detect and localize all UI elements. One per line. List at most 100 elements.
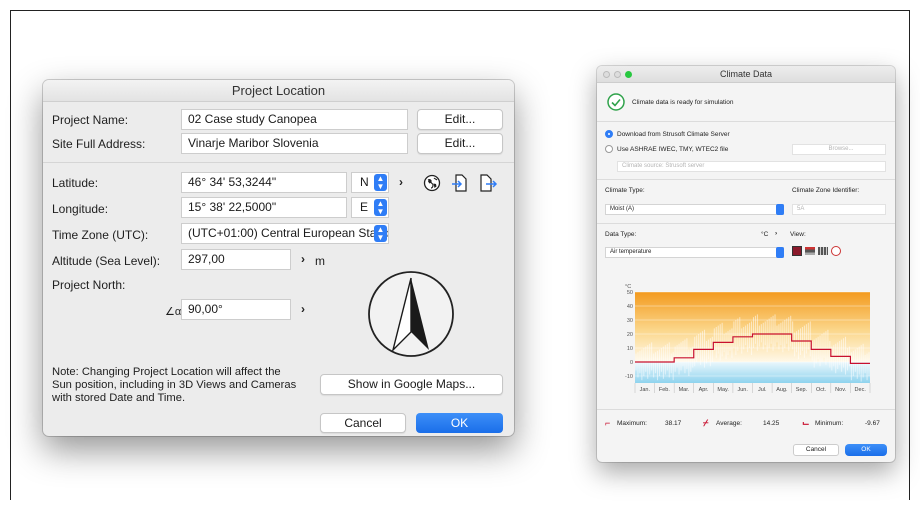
- y-tick-label: 0: [630, 360, 633, 366]
- climate-data-dialog: Climate Data Climate data is ready for s…: [597, 66, 895, 462]
- x-tick-label: Aug.: [776, 387, 788, 393]
- average-label: Average:: [716, 420, 742, 427]
- source-file-label: Use ASHRAE IWEC, TMY, WTEC2 file: [617, 146, 729, 153]
- source-strusoft-label: Download from Strusoft Climate Server: [617, 131, 730, 138]
- x-tick-label: Oct.: [816, 387, 827, 393]
- divider: [43, 162, 514, 163]
- timezone-stepper-icon[interactable]: ▲ ▼: [374, 225, 387, 242]
- view-bars-icon[interactable]: [805, 247, 815, 255]
- minimize-window-icon[interactable]: [614, 71, 621, 78]
- status-message: Climate data is ready for simulation: [632, 99, 734, 106]
- divider: [597, 409, 895, 410]
- divider: [597, 223, 895, 224]
- y-tick-label: 40: [627, 304, 633, 310]
- edit-name-button[interactable]: Edit...: [417, 109, 503, 130]
- climate-zone-label: Climate Zone Identifier:: [792, 187, 860, 194]
- longitude-direction: E: [360, 200, 369, 214]
- ok-button[interactable]: OK: [416, 413, 503, 433]
- climate-type-dropdown-icon[interactable]: [776, 204, 784, 215]
- x-tick-label: Sep.: [796, 387, 808, 393]
- y-tick-label: 10: [627, 346, 633, 352]
- north-compass-icon[interactable]: [367, 270, 455, 358]
- longitude-field[interactable]: 15° 38' 22,5000": [181, 197, 347, 218]
- project-location-dialog: Project Location Project Name: 02 Case s…: [43, 80, 514, 436]
- x-tick-label: Jan.: [640, 387, 651, 393]
- altitude-field[interactable]: 297,00: [181, 249, 291, 270]
- maximum-label: Maximum:: [617, 420, 647, 427]
- latitude-field[interactable]: 46° 34' 53,3244": [181, 172, 347, 193]
- cancel-button[interactable]: Cancel: [320, 413, 406, 433]
- latitude-expand-arrow-icon[interactable]: ›: [393, 174, 409, 191]
- timezone-label: Time Zone (UTC):: [52, 228, 149, 242]
- ok-button[interactable]: OK: [845, 444, 887, 456]
- location-note: Note: Changing Project Location will aff…: [52, 366, 297, 404]
- x-tick-label: Apr.: [699, 387, 709, 393]
- y-axis-unit: °C: [625, 284, 631, 290]
- longitude-label: Longitude:: [52, 202, 109, 216]
- view-table-icon[interactable]: [818, 247, 828, 255]
- divider: [597, 121, 895, 122]
- x-tick-label: Dec.: [855, 387, 867, 393]
- project-north-label: Project North:: [52, 278, 126, 292]
- latitude-direction: N: [360, 175, 369, 189]
- data-type-dropdown-icon[interactable]: [776, 247, 784, 258]
- browse-button[interactable]: Browse...: [792, 144, 886, 155]
- average-icon: ⌿: [703, 418, 709, 428]
- project-name-field[interactable]: 02 Case study Canopea: [181, 109, 408, 130]
- unit-arrow-icon[interactable]: ›: [775, 230, 777, 237]
- data-type-label: Data Type:: [605, 231, 637, 238]
- data-type-select[interactable]: Air temperature: [605, 247, 784, 258]
- longitude-direction-stepper-icon[interactable]: ▲ ▼: [374, 199, 387, 216]
- minimum-icon: ⌙: [802, 418, 810, 428]
- cancel-button[interactable]: Cancel: [793, 444, 839, 456]
- y-tick-label: 50: [627, 290, 633, 296]
- climate-type-select[interactable]: Moist (A): [605, 204, 784, 215]
- average-value: 14.25: [763, 420, 780, 427]
- close-window-icon[interactable]: [603, 71, 610, 78]
- timezone-select[interactable]: (UTC+01:00) Central European Stand...: [181, 223, 389, 244]
- import-location-icon[interactable]: [448, 171, 472, 195]
- edit-address-button[interactable]: Edit...: [417, 133, 503, 154]
- latitude-direction-stepper-icon[interactable]: ▲ ▼: [374, 174, 387, 191]
- maximum-icon: ⌐: [605, 418, 611, 428]
- altitude-arrow-icon[interactable]: ›: [295, 251, 311, 268]
- dialog-title: Climate Data: [597, 66, 895, 83]
- maximum-value: 38.17: [665, 420, 682, 427]
- minimum-label: Minimum:: [815, 420, 844, 427]
- minimum-value: -9.67: [865, 420, 880, 427]
- dialog-title: Project Location: [43, 80, 514, 102]
- temperature-chart: 50 40 30 20 10 0 -10 °C Jan. Feb. Mar. Apr. May. Jun…: [625, 284, 871, 393]
- warm-band: [635, 292, 870, 362]
- x-tick-label: Feb.: [659, 387, 670, 393]
- source-strusoft-radio[interactable]: [605, 130, 613, 138]
- x-tick-label: Nov.: [835, 387, 846, 393]
- angle-icon: ∠α: [165, 306, 182, 318]
- unit-label: °C: [761, 231, 769, 238]
- view-heatmap-icon[interactable]: [792, 246, 802, 256]
- x-tick-label: Jul.: [758, 387, 767, 393]
- y-tick-label: 30: [627, 318, 633, 324]
- y-tick-label: -10: [625, 374, 633, 380]
- x-tick-label: Jun.: [738, 387, 749, 393]
- y-tick-label: 20: [627, 332, 633, 338]
- source-file-radio[interactable]: [605, 145, 613, 153]
- site-address-field[interactable]: Vinarje Maribor Slovenia: [181, 133, 408, 154]
- climate-type-label: Climate Type:: [605, 187, 645, 194]
- climate-zone-field[interactable]: 5A: [792, 204, 886, 215]
- x-tick-label: May.: [717, 387, 729, 393]
- view-label: View:: [790, 231, 806, 238]
- zoom-window-icon[interactable]: [625, 71, 632, 78]
- project-north-field[interactable]: 90,00°: [181, 299, 291, 320]
- altitude-label: Altitude (Sea Level):: [52, 254, 161, 268]
- divider: [597, 179, 895, 180]
- climate-source-field[interactable]: Climate source: Strusoft server: [617, 161, 886, 172]
- project-north-arrow-icon[interactable]: ›: [295, 301, 311, 318]
- cool-band: [635, 362, 870, 383]
- show-google-maps-button[interactable]: Show in Google Maps...: [320, 374, 503, 395]
- project-name-label: Project Name:: [52, 113, 129, 127]
- export-location-icon[interactable]: [476, 171, 500, 195]
- altitude-unit: m: [315, 254, 325, 268]
- globe-icon[interactable]: [420, 171, 444, 195]
- view-clock-icon[interactable]: [831, 246, 841, 256]
- site-address-label: Site Full Address:: [52, 137, 146, 151]
